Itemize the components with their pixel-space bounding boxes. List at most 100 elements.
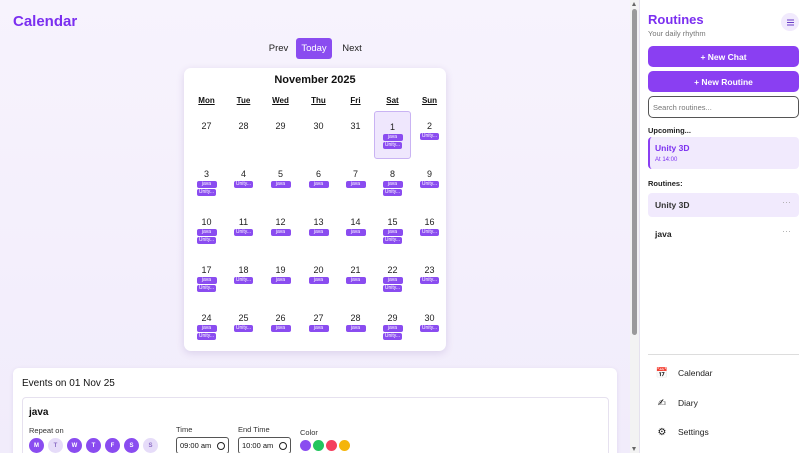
color-swatch[interactable]	[339, 440, 350, 451]
event-pill[interactable]: java	[308, 229, 329, 236]
day-cell[interactable]: 2 Unity...	[411, 111, 448, 159]
event-pill[interactable]: Unity...	[420, 229, 439, 236]
event-pill[interactable]: java	[345, 277, 366, 284]
day-cell[interactable]: 15 java Unity...	[374, 207, 411, 255]
search-input[interactable]	[648, 96, 799, 118]
event-pill[interactable]: Unity...	[234, 229, 253, 236]
sidebar-item-settings[interactable]: ⚙ Settings	[648, 422, 799, 442]
day-cell[interactable]: 12 java	[262, 207, 299, 255]
event-pill[interactable]: java	[382, 181, 403, 188]
day-cell[interactable]: 6 java	[300, 159, 337, 207]
scroll-down-arrow-icon[interactable]	[632, 447, 636, 451]
day-cell[interactable]: 26 java	[262, 303, 299, 351]
day-cell[interactable]: 24 java Unity...	[188, 303, 225, 351]
day-cell[interactable]: 28	[225, 111, 262, 159]
event-pill[interactable]: java	[382, 134, 403, 141]
day-cell[interactable]: 30	[300, 111, 337, 159]
more-icon[interactable]: ···	[782, 197, 791, 207]
upcoming-card[interactable]: Unity 3D At 14:00	[648, 137, 799, 169]
event-pill[interactable]: Unity...	[234, 325, 253, 332]
day-cell[interactable]: 21 java	[337, 255, 374, 303]
day-cell[interactable]: 8 java Unity...	[374, 159, 411, 207]
event-pill[interactable]: Unity...	[383, 142, 402, 149]
routine-item[interactable]: java ···	[648, 222, 799, 246]
vertical-scrollbar[interactable]	[630, 0, 639, 453]
event-pill[interactable]: java	[270, 229, 291, 236]
event-pill[interactable]: Unity...	[197, 237, 216, 244]
event-pill[interactable]: Unity...	[197, 189, 216, 196]
next-button[interactable]: Next	[334, 38, 370, 59]
today-button[interactable]: Today	[296, 38, 332, 59]
event-pill[interactable]: java	[308, 325, 329, 332]
day-cell[interactable]: 23 Unity...	[411, 255, 448, 303]
day-cell[interactable]: 29 java Unity...	[374, 303, 411, 351]
day-cell[interactable]: 27 java	[300, 303, 337, 351]
event-pill[interactable]: java	[382, 277, 403, 284]
event-item[interactable]: java Repeat on MTWTFSS Time 09:00 am End…	[22, 397, 609, 453]
sidebar-item-calendar[interactable]: 📅 Calendar	[648, 363, 799, 383]
repeat-day-toggle[interactable]: W	[67, 438, 82, 453]
event-pill[interactable]: java	[308, 181, 329, 188]
event-pill[interactable]: Unity...	[420, 133, 439, 140]
day-cell[interactable]: 3 java Unity...	[188, 159, 225, 207]
event-pill[interactable]: Unity...	[383, 237, 402, 244]
event-pill[interactable]: java	[196, 181, 217, 188]
event-pill[interactable]: Unity...	[234, 181, 253, 188]
day-cell[interactable]: 31	[337, 111, 374, 159]
day-cell[interactable]: 27	[188, 111, 225, 159]
event-pill[interactable]: java	[270, 277, 291, 284]
repeat-day-toggle[interactable]: T	[48, 438, 63, 453]
day-cell[interactable]: 22 java Unity...	[374, 255, 411, 303]
end-time-input[interactable]: 10:00 am	[238, 437, 291, 453]
event-pill[interactable]: java	[345, 181, 366, 188]
day-cell[interactable]: 14 java	[337, 207, 374, 255]
event-pill[interactable]: Unity...	[420, 325, 439, 332]
event-pill[interactable]: Unity...	[234, 277, 253, 284]
day-cell[interactable]: 16 Unity...	[411, 207, 448, 255]
event-pill[interactable]: java	[270, 325, 291, 332]
scroll-up-arrow-icon[interactable]	[632, 2, 636, 6]
repeat-day-toggle[interactable]: F	[105, 438, 120, 453]
repeat-day-toggle[interactable]: M	[29, 438, 44, 453]
day-cell[interactable]: 30 Unity...	[411, 303, 448, 351]
event-pill[interactable]: java	[308, 277, 329, 284]
prev-button[interactable]: Prev	[263, 38, 294, 59]
day-cell[interactable]: 10 java Unity...	[188, 207, 225, 255]
day-cell[interactable]: 25 Unity...	[225, 303, 262, 351]
day-cell[interactable]: 9 Unity...	[411, 159, 448, 207]
event-pill[interactable]: Unity...	[420, 181, 439, 188]
time-input[interactable]: 09:00 am	[176, 437, 229, 453]
day-cell[interactable]: 7 java	[337, 159, 374, 207]
day-cell[interactable]: 5 java	[262, 159, 299, 207]
event-pill[interactable]: java	[345, 325, 366, 332]
new-chat-button[interactable]: + New Chat	[648, 46, 799, 67]
color-swatch[interactable]	[300, 440, 311, 451]
repeat-day-toggle[interactable]: S	[143, 438, 158, 453]
day-cell[interactable]: 18 Unity...	[225, 255, 262, 303]
event-pill[interactable]: java	[196, 229, 217, 236]
event-pill[interactable]: java	[345, 229, 366, 236]
color-swatch[interactable]	[313, 440, 324, 451]
event-pill[interactable]: Unity...	[383, 189, 402, 196]
event-pill[interactable]: Unity...	[383, 285, 402, 292]
day-cell[interactable]: 11 Unity...	[225, 207, 262, 255]
day-cell[interactable]: 29	[262, 111, 299, 159]
color-swatch[interactable]	[326, 440, 337, 451]
event-pill[interactable]: Unity...	[197, 285, 216, 292]
event-pill[interactable]: java	[382, 325, 403, 332]
day-cell[interactable]: 19 java	[262, 255, 299, 303]
repeat-day-toggle[interactable]: S	[124, 438, 139, 453]
event-pill[interactable]: Unity...	[420, 277, 439, 284]
event-pill[interactable]: java	[196, 277, 217, 284]
event-pill[interactable]: java	[382, 229, 403, 236]
new-routine-button[interactable]: + New Routine	[648, 71, 799, 92]
routine-item[interactable]: Unity 3D ···	[648, 193, 799, 217]
hamburger-icon[interactable]	[781, 13, 799, 31]
day-cell[interactable]: 1 java Unity...	[374, 111, 411, 159]
repeat-day-toggle[interactable]: T	[86, 438, 101, 453]
day-cell[interactable]: 13 java	[300, 207, 337, 255]
more-icon[interactable]: ···	[782, 226, 791, 236]
sidebar-item-diary[interactable]: ✍ Diary	[648, 393, 799, 413]
event-pill[interactable]: java	[270, 181, 291, 188]
day-cell[interactable]: 4 Unity...	[225, 159, 262, 207]
